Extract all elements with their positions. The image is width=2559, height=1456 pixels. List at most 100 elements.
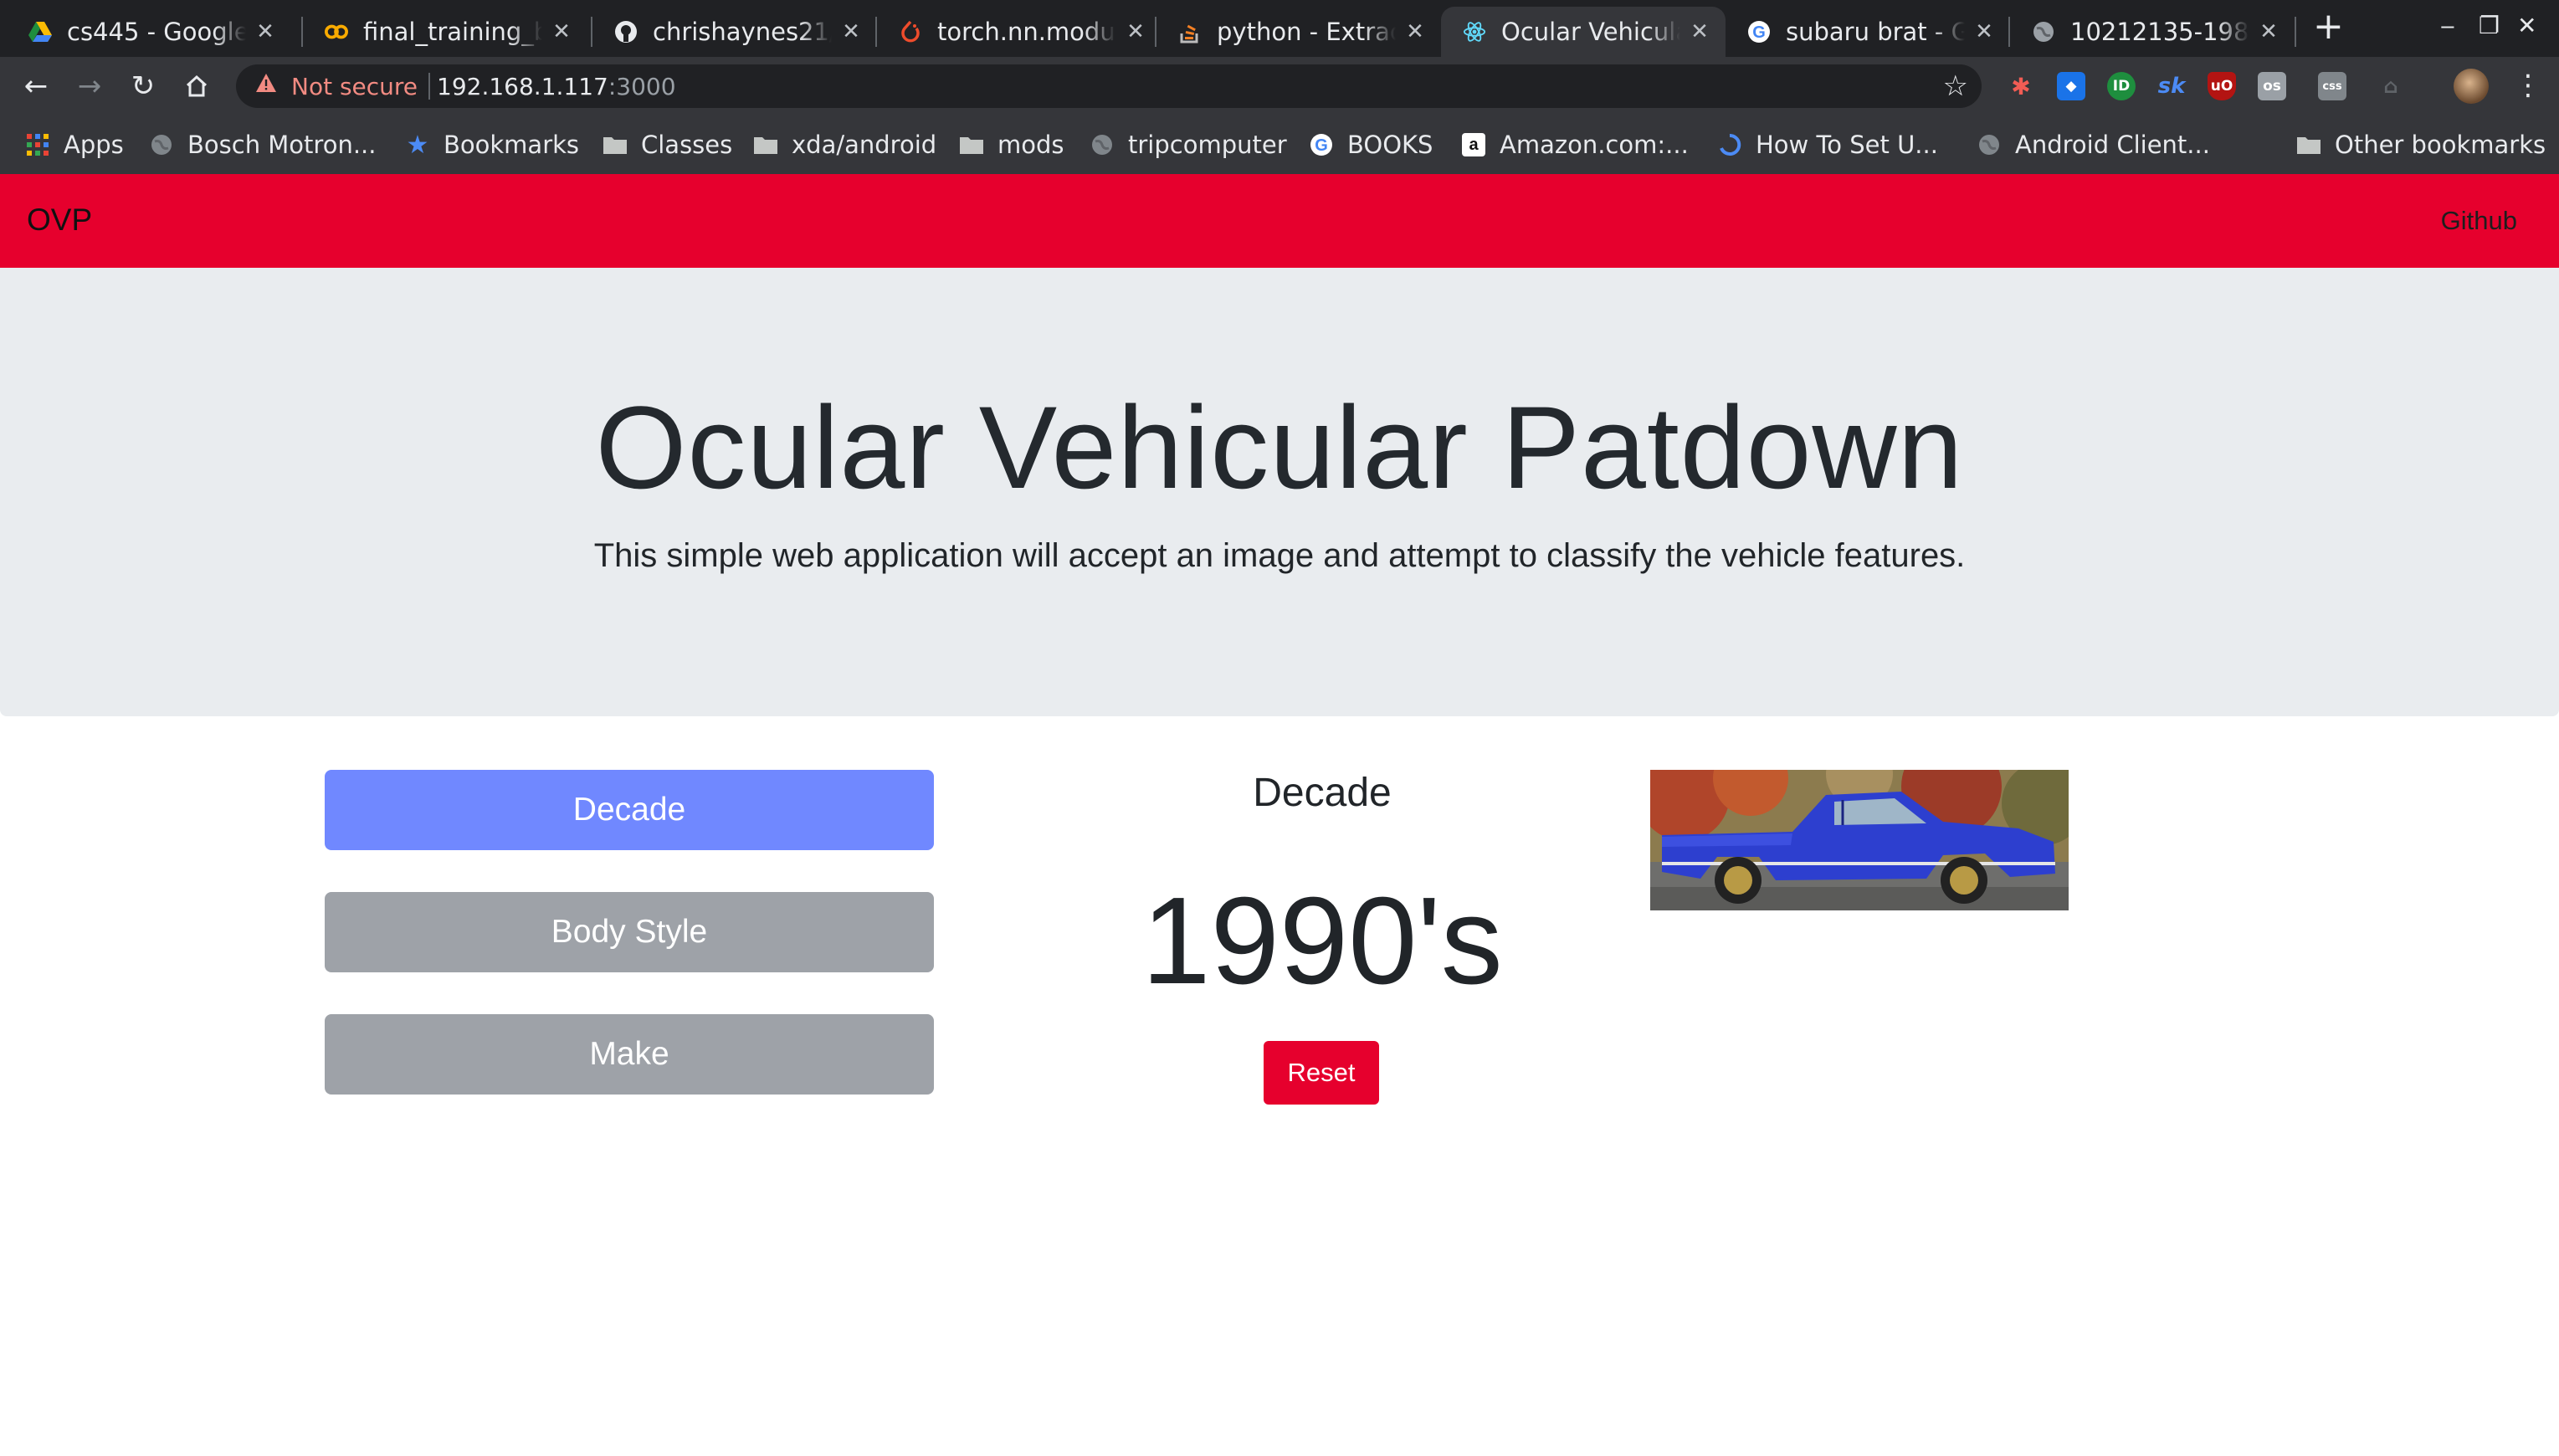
close-icon[interactable]: ✕ xyxy=(549,19,574,44)
browser-tab-strip: cs445 - Google Drive ✕ final_training_bo… xyxy=(0,0,2559,57)
tab-title: final_training_bodystyle xyxy=(363,18,542,46)
globe-icon xyxy=(149,132,174,157)
folder-icon xyxy=(603,132,628,157)
tab-cs445-drive[interactable]: cs445 - Google Drive ✕ xyxy=(7,7,291,57)
bookmark-star-icon[interactable]: ☆ xyxy=(1943,69,1968,103)
bookmark-other-bookmarks[interactable]: Other bookmarks xyxy=(2296,126,2546,164)
star-icon: ★ xyxy=(406,130,429,160)
navbar-brand[interactable]: OVP xyxy=(27,203,92,238)
extension-2-icon[interactable]: ◆ xyxy=(2057,72,2085,100)
more-menu-icon[interactable]: ⋮ xyxy=(2514,69,2542,102)
bookmark-folder-classes[interactable]: Classes xyxy=(603,126,732,164)
page-description: This simple web application will accept … xyxy=(593,537,1966,574)
close-icon[interactable]: ✕ xyxy=(1972,19,1997,44)
make-option-button[interactable]: Make xyxy=(325,1014,934,1095)
bookmark-amazon[interactable]: a Amazon.com:... xyxy=(1461,126,1689,164)
stackoverflow-icon xyxy=(1178,20,1202,44)
folder-icon xyxy=(959,132,984,157)
extension-6-icon[interactable]: os xyxy=(2258,72,2286,100)
warning-triangle-icon xyxy=(254,71,278,100)
globe-icon xyxy=(1977,132,2002,157)
browser-toolbar: ← → ↻ Not secure 192.168.1.117:3000 ☆ ✱ … xyxy=(0,57,2559,115)
tab-final-training[interactable]: final_training_bodystyle ✕ xyxy=(303,7,587,57)
tab-image-10212135[interactable]: 10212135-1983 ✕ xyxy=(2010,7,2295,57)
tab-title: cs445 - Google Drive xyxy=(67,18,246,46)
home-icon[interactable] xyxy=(179,69,214,104)
bookmark-apps[interactable]: Apps xyxy=(25,126,124,164)
folder-icon xyxy=(2296,132,2321,157)
tab-title: subaru brat - Google xyxy=(1786,18,1965,46)
bookmark-label: Amazon.com:... xyxy=(1500,131,1689,159)
url-text[interactable]: 192.168.1.117:3000 xyxy=(437,73,676,100)
close-icon[interactable]: ✕ xyxy=(253,19,278,44)
decade-option-button[interactable]: Decade xyxy=(325,770,934,850)
bookmark-label: Android Client... xyxy=(2015,131,2210,159)
extension-8-icon[interactable]: ⌂ xyxy=(2377,72,2405,100)
minimize-icon[interactable]: ‒ xyxy=(2440,12,2455,39)
bookmark-label: tripcomputer xyxy=(1128,131,1287,159)
site-navbar: OVP Github xyxy=(0,174,2559,268)
close-icon[interactable]: ✕ xyxy=(2256,19,2281,44)
result-prediction-value: 1990's xyxy=(1141,872,1503,1010)
extension-3-icon[interactable]: ID xyxy=(2107,72,2136,100)
globe-icon xyxy=(2032,20,2055,44)
bookmark-folder-mods[interactable]: mods xyxy=(959,126,1064,164)
bookmark-label: Apps xyxy=(64,131,124,159)
tab-title: chrishaynes21/ovp xyxy=(653,18,832,46)
vehicle-photo xyxy=(1650,770,2069,910)
bookmark-label: BOOKS xyxy=(1347,131,1433,159)
bookmark-label: How To Set U... xyxy=(1756,131,1938,159)
tab-title: python - Extract xyxy=(1217,18,1396,46)
close-icon[interactable]: ✕ xyxy=(1123,19,1148,44)
url-host: 192.168.1.117 xyxy=(437,73,608,100)
bookmark-label: Classes xyxy=(641,131,733,159)
back-arrow-icon[interactable]: ← xyxy=(18,69,54,104)
result-category-label: Decade xyxy=(1253,771,1392,815)
tab-title: Ocular Vehicular Patdown xyxy=(1501,18,1680,46)
tab-python-extract[interactable]: python - Extract ✕ xyxy=(1156,7,1441,57)
reset-button[interactable]: Reset xyxy=(1264,1041,1379,1105)
tab-subaru-brat[interactable]: G subaru brat - Google ✕ xyxy=(1726,7,2010,57)
pytorch-icon xyxy=(899,20,922,44)
not-secure-label[interactable]: Not secure xyxy=(291,73,418,100)
ublock-icon[interactable]: uO xyxy=(2208,72,2236,100)
bookmark-label: Bookmarks xyxy=(444,131,580,159)
bookmark-bookmarks[interactable]: ★ Bookmarks xyxy=(405,126,579,164)
google-drive-icon xyxy=(28,20,52,44)
close-icon[interactable]: ✕ xyxy=(1687,19,1712,44)
amazon-icon: a xyxy=(1461,132,1486,157)
bookmark-folder-xda-android[interactable]: xda/android xyxy=(753,126,936,164)
bookmark-tripcomputer[interactable]: tripcomputer xyxy=(1090,126,1287,164)
restore-icon[interactable]: ❐ xyxy=(2479,12,2500,39)
bookmark-how-to-set-up[interactable]: How To Set U... xyxy=(1717,126,1938,164)
apps-grid-icon xyxy=(25,132,50,157)
reload-icon[interactable]: ↻ xyxy=(126,69,161,104)
extension-7-icon[interactable]: css xyxy=(2318,72,2346,100)
bookmark-android-client[interactable]: Android Client... xyxy=(1977,126,2210,164)
globe-icon xyxy=(1090,132,1115,157)
bookmark-label: mods xyxy=(997,131,1064,159)
close-window-icon[interactable]: ✕ xyxy=(2517,12,2536,39)
colab-icon xyxy=(325,20,348,44)
react-icon xyxy=(1463,20,1486,44)
tab-torch-nn[interactable]: torch.nn.modules ✕ xyxy=(877,7,1162,57)
address-bar[interactable]: Not secure 192.168.1.117:3000 ☆ xyxy=(236,64,1982,108)
bookmark-bosch-motronic[interactable]: Bosch Motron... xyxy=(149,126,377,164)
close-icon[interactable]: ✕ xyxy=(838,19,864,44)
tab-github-repo[interactable]: chrishaynes21/ovp ✕ xyxy=(592,7,877,57)
forward-arrow-icon[interactable]: → xyxy=(72,69,107,104)
google-icon: G xyxy=(1747,20,1771,44)
extension-4-icon[interactable]: sk xyxy=(2157,72,2186,100)
new-tab-button[interactable]: + xyxy=(2313,5,2344,48)
tab-ocular-vehicular[interactable]: Ocular Vehicular Patdown ✕ xyxy=(1441,7,1726,57)
body-style-option-button[interactable]: Body Style xyxy=(325,892,934,972)
close-icon[interactable]: ✕ xyxy=(1403,19,1428,44)
hero-jumbotron: Ocular Vehicular Patdown This simple web… xyxy=(0,268,2559,716)
tab-title: torch.nn.modules xyxy=(937,18,1116,46)
bookmark-books[interactable]: G BOOKS xyxy=(1309,126,1433,164)
extension-1-icon[interactable]: ✱ xyxy=(2007,72,2035,100)
google-icon: G xyxy=(1309,132,1334,157)
github-link[interactable]: Github xyxy=(2441,206,2517,236)
profile-avatar[interactable] xyxy=(2454,69,2489,104)
bookmark-label: Bosch Motron... xyxy=(187,131,377,159)
